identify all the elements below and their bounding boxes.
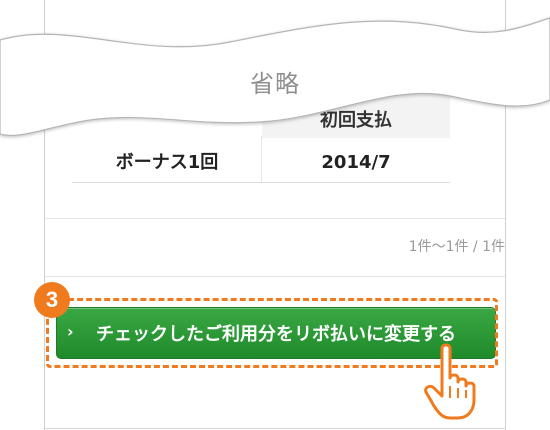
omitted-label: 省略	[250, 70, 300, 98]
page-bottom-border	[44, 428, 506, 429]
table-cell-payment-type: ボーナス1回	[115, 152, 219, 173]
pointing-hand-icon	[424, 343, 476, 420]
divider	[45, 218, 505, 219]
table-cell-first-payment: 2014/7	[321, 152, 391, 173]
pagination-count: 1件〜1件 / 1件	[408, 239, 505, 255]
divider	[45, 276, 505, 277]
step-number-badge: 3	[34, 282, 70, 318]
table-row-divider	[72, 182, 450, 183]
